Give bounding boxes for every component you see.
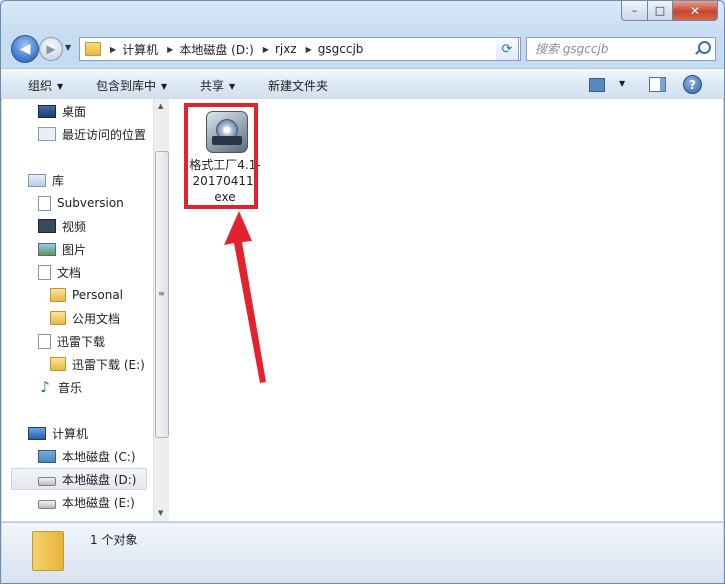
sidebar-item-recent-places[interactable]: 最近访问的位置 <box>38 123 146 145</box>
chevron-down-icon: ▼ <box>229 82 236 91</box>
sidebar-item-documents[interactable]: 文档 <box>38 261 81 283</box>
sidebar-item-music[interactable]: ♪ 音乐 <box>38 376 82 398</box>
scroll-down-icon[interactable]: ▼ <box>158 509 163 517</box>
sidebar-item-drive-e[interactable]: 本地磁盘 (E:) <box>38 491 135 513</box>
sidebar-item-drive-c[interactable]: 本地磁盘 (C:) <box>38 445 136 467</box>
folder-icon <box>32 531 64 571</box>
sidebar-item-label: 音乐 <box>58 380 83 395</box>
chevron-down-icon: ▼ <box>161 82 168 91</box>
chevron-right-icon[interactable]: ▶ <box>110 45 116 54</box>
scrollbar-grip-icon: ≡ <box>158 289 165 298</box>
search-icon[interactable] <box>698 41 711 54</box>
maximize-button[interactable]: □ <box>648 1 673 21</box>
command-bar: 组织 ▼ 包含到库中 ▼ 共享 ▼ 新建文件夹 ▼ ? <box>1 68 724 100</box>
breadcrumb-rjxz[interactable]: rjxz <box>275 42 297 56</box>
sidebar-item-personal[interactable]: Personal <box>50 284 123 306</box>
chevron-down-icon: ▼ <box>57 82 64 91</box>
minimize-button[interactable]: – <box>621 1 648 21</box>
desktop-icon <box>38 104 56 118</box>
search-box[interactable] <box>526 37 716 61</box>
computer-icon <box>28 426 46 440</box>
sidebar-item-label: 图片 <box>62 242 87 257</box>
sidebar-item-label: 最近访问的位置 <box>62 127 147 142</box>
navigation-bar: ◀ ▶ ▼ ▶ 计算机 ▶ 本地磁盘 (D:) ▶ rjxz ▶ gsgccjb… <box>1 33 724 65</box>
new-folder-button[interactable]: 新建文件夹 <box>268 77 328 94</box>
recent-pages-dropdown-icon[interactable]: ▼ <box>65 43 71 52</box>
library-icon <box>28 173 46 187</box>
breadcrumb-computer[interactable]: 计算机 <box>122 41 158 58</box>
refresh-icon[interactable]: ⟳ <box>496 37 519 61</box>
sidebar-item-label: 文档 <box>57 265 82 280</box>
status-bar: 1 个对象 <box>2 522 723 583</box>
breadcrumb-drive-d[interactable]: 本地磁盘 (D:) <box>179 41 253 58</box>
search-input[interactable] <box>533 41 697 57</box>
explorer-window: – □ ✕ ◀ ▶ ▼ ▶ 计算机 ▶ 本地磁盘 (D:) ▶ rjxz ▶ g… <box>0 0 725 584</box>
sidebar-item-label: Personal <box>72 288 124 302</box>
drive-icon <box>38 500 56 509</box>
item-count: 1 个对象 <box>90 533 138 547</box>
view-options-dropdown-icon[interactable]: ▼ <box>619 79 625 88</box>
folder-icon <box>50 288 66 302</box>
folder-icon <box>85 42 101 56</box>
scroll-up-icon[interactable]: ▲ <box>158 102 163 110</box>
drive-icon <box>38 477 56 486</box>
folder-icon <box>50 357 66 371</box>
sidebar-item-videos[interactable]: 视频 <box>38 215 86 237</box>
sidebar-item-subversion[interactable]: Subversion <box>38 192 124 214</box>
document-icon <box>38 264 51 280</box>
highlight-box <box>184 103 258 209</box>
annotation-arrow-icon <box>224 211 266 383</box>
preview-pane-icon[interactable] <box>649 77 666 92</box>
sidebar-item-label: 迅雷下载 <box>57 334 106 349</box>
organize-label: 组织 <box>28 79 53 93</box>
change-view-icon[interactable] <box>589 78 605 92</box>
sidebar-item-label: 本地磁盘 (D:) <box>62 472 137 487</box>
navigation-pane-scrollbar[interactable]: ▲ ≡ ▼ <box>153 99 169 521</box>
document-icon <box>38 195 51 211</box>
sidebar-item-label: 公用文档 <box>72 311 121 326</box>
include-in-library-menu[interactable]: 包含到库中 ▼ <box>96 77 167 94</box>
forward-button[interactable]: ▶ <box>39 37 63 61</box>
share-label: 共享 <box>200 79 225 93</box>
sidebar-item-public-documents[interactable]: 公用文档 <box>50 307 120 329</box>
share-menu[interactable]: 共享 ▼ <box>200 77 235 94</box>
sidebar-item-pictures[interactable]: 图片 <box>38 238 86 260</box>
organize-menu[interactable]: 组织 ▼ <box>28 77 63 94</box>
sidebar-item-drive-d[interactable]: 本地磁盘 (D:) <box>11 468 147 490</box>
back-button[interactable]: ◀ <box>11 35 39 63</box>
picture-icon <box>38 242 56 256</box>
sidebar-item-label: Subversion <box>57 196 124 210</box>
document-icon <box>38 333 51 349</box>
sidebar-item-thunder-downloads-e[interactable]: 迅雷下载 (E:) <box>50 353 145 375</box>
close-button[interactable]: ✕ <box>673 1 718 21</box>
sidebar-item-label: 桌面 <box>62 104 87 119</box>
sidebar-item-label: 迅雷下载 (E:) <box>72 357 145 372</box>
navigation-pane: 桌面 最近访问的位置 库 Subversion 视频 图片 文档 Persona… <box>2 99 153 521</box>
music-icon: ♪ <box>40 378 50 396</box>
sidebar-item-computer[interactable]: 计算机 <box>28 422 88 444</box>
chevron-right-icon[interactable]: ▶ <box>167 45 173 54</box>
sidebar-item-label: 库 <box>52 173 65 188</box>
chevron-right-icon[interactable]: ▶ <box>263 45 269 54</box>
recent-places-icon <box>38 127 56 141</box>
video-icon <box>38 219 56 233</box>
help-icon[interactable]: ? <box>683 75 702 94</box>
sidebar-item-label: 视频 <box>62 219 87 234</box>
sidebar-item-thunder-downloads[interactable]: 迅雷下载 <box>38 330 105 352</box>
breadcrumb-gsgccjb[interactable]: gsgccjb <box>318 42 364 56</box>
include-in-library-label: 包含到库中 <box>96 79 157 93</box>
sidebar-item-desktop[interactable]: 桌面 <box>38 100 86 122</box>
address-bar[interactable]: ▶ 计算机 ▶ 本地磁盘 (D:) ▶ rjxz ▶ gsgccjb ▼ <box>79 37 521 61</box>
sidebar-item-libraries[interactable]: 库 <box>28 169 64 191</box>
drive-c-icon <box>38 449 56 463</box>
sidebar-item-label: 计算机 <box>52 426 89 441</box>
caption-buttons: – □ ✕ <box>621 1 718 21</box>
folder-icon <box>50 311 66 325</box>
chevron-right-icon[interactable]: ▶ <box>306 45 312 54</box>
sidebar-item-label: 本地磁盘 (C:) <box>62 449 136 464</box>
sidebar-item-label: 本地磁盘 (E:) <box>62 495 135 510</box>
